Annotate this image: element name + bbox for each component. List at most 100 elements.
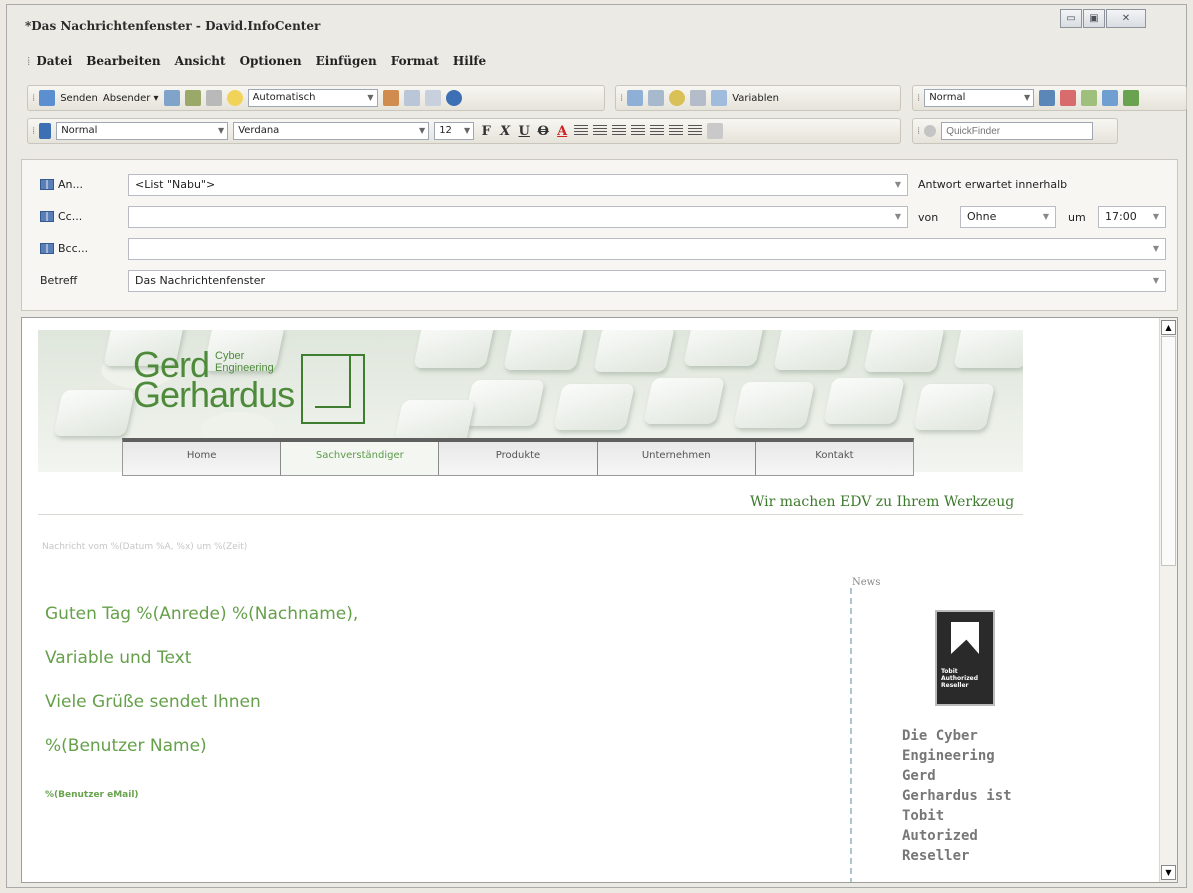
- toolbar-format: ⁞ Normal ▼ Verdana ▼ 12 ▼ F X U Ѳ A: [27, 118, 901, 144]
- toolbar-insert: ⁞ Variablen: [615, 85, 901, 111]
- toolbar-style: ⁞ Normal ▼: [912, 85, 1187, 111]
- address-book-icon: [40, 179, 54, 190]
- menu-bar: ⁞ Datei Bearbeiten Ansicht Optionen Einf…: [27, 51, 486, 71]
- flag-icon[interactable]: [1123, 90, 1140, 106]
- spellcheck-icon[interactable]: [184, 90, 201, 106]
- cc-field[interactable]: ▼: [128, 206, 908, 228]
- align-left-icon[interactable]: [574, 125, 589, 137]
- menu-einfuegen[interactable]: Einfügen: [316, 54, 377, 68]
- edit-icon[interactable]: [382, 90, 399, 106]
- bold-button[interactable]: F: [479, 124, 493, 139]
- quickfinder-input[interactable]: [941, 122, 1094, 140]
- font-value: Verdana: [238, 125, 280, 136]
- attach-icon[interactable]: [163, 90, 180, 106]
- nav-sachverstaendiger[interactable]: Sachverständiger: [281, 442, 440, 475]
- align-center-icon[interactable]: [593, 125, 608, 137]
- subject-field[interactable]: Das Nachrichtenfenster ▼: [128, 270, 1166, 292]
- maximize-button[interactable]: ▣: [1083, 9, 1105, 28]
- forward-icon[interactable]: [1102, 90, 1119, 106]
- insert-file-icon[interactable]: [627, 90, 644, 106]
- address-book-icon[interactable]: [1039, 90, 1056, 106]
- reseller-line: Gerhardus ist: [902, 788, 1012, 804]
- indent-icon[interactable]: [688, 125, 703, 137]
- link-icon[interactable]: [690, 90, 707, 106]
- numbered-list-icon[interactable]: [631, 125, 646, 137]
- nav-unternehmen[interactable]: Unternehmen: [598, 442, 756, 475]
- keyboard-key-decoration: [913, 384, 995, 430]
- to-label-button[interactable]: An...: [40, 178, 83, 191]
- calendar-icon[interactable]: [1060, 90, 1077, 106]
- news-label: News: [852, 577, 881, 588]
- reply-label: Antwort erwartet innerhalb: [918, 178, 1068, 191]
- sidebar-divider: [850, 588, 852, 882]
- reseller-line: Tobit: [902, 808, 945, 824]
- keyboard-key-decoration: [733, 382, 815, 428]
- outdent-icon[interactable]: [669, 125, 684, 137]
- to-value: <List "Nabu">: [135, 178, 216, 191]
- underline-button[interactable]: U: [517, 124, 531, 139]
- menu-bearbeiten[interactable]: Bearbeiten: [86, 54, 160, 68]
- user-email-line: %(Benutzer eMail): [45, 790, 139, 800]
- from-dropdown[interactable]: Ohne ▼: [960, 206, 1056, 228]
- font-color-button[interactable]: A: [555, 124, 569, 139]
- scroll-down-button[interactable]: ▼: [1161, 865, 1176, 880]
- priority-dropdown[interactable]: Automatisch ▼: [247, 89, 378, 107]
- paragraph-style-icon: [39, 123, 52, 139]
- sender-dropdown[interactable]: Absender ▾: [103, 93, 159, 104]
- subject-label: Betreff: [40, 274, 78, 287]
- emoticon-icon[interactable]: [669, 90, 686, 106]
- tobit-reseller-badge: Tobit Authorized Reseller: [935, 610, 995, 706]
- menu-hilfe[interactable]: Hilfe: [453, 54, 486, 68]
- title-bar: *Das Nachrichtenfenster - David.InfoCent…: [7, 5, 1186, 43]
- keyboard-key-decoration: [53, 390, 135, 436]
- keyboard-key-decoration: [413, 330, 495, 368]
- message-date-line: Nachricht vom %(Datum %A, %x) um %(Zeit): [42, 542, 248, 552]
- strikethrough-button[interactable]: Ѳ: [536, 124, 550, 139]
- menu-datei[interactable]: Datei: [36, 54, 72, 68]
- print-icon[interactable]: [205, 90, 222, 106]
- cc-label-button[interactable]: Cc...: [40, 210, 82, 223]
- font-size-dropdown[interactable]: 12 ▼: [434, 122, 475, 140]
- bcc-label-button[interactable]: Bcc...: [40, 242, 88, 255]
- vertical-scrollbar[interactable]: ▲ ▼: [1159, 318, 1177, 882]
- table-icon[interactable]: [648, 90, 665, 106]
- time-dropdown[interactable]: 17:00 ▼: [1098, 206, 1166, 228]
- nav-produkte[interactable]: Produkte: [439, 442, 598, 475]
- redo-icon[interactable]: [424, 90, 441, 106]
- toolbar-grip-icon: ⁞: [917, 92, 920, 104]
- message-body-editor[interactable]: Gerd Cyber Engineering Gerhardus Home Sa…: [21, 317, 1178, 883]
- bcc-field[interactable]: ▼: [128, 238, 1166, 260]
- menu-ansicht[interactable]: Ansicht: [175, 54, 226, 68]
- reseller-text: Die Cyber Engineering Gerd Gerhardus ist…: [902, 726, 1052, 866]
- search-icon[interactable]: [1081, 90, 1098, 106]
- menu-format[interactable]: Format: [391, 54, 439, 68]
- send-icon: [39, 90, 56, 106]
- nav-kontakt[interactable]: Kontakt: [756, 442, 913, 475]
- menu-optionen[interactable]: Optionen: [240, 54, 302, 68]
- menu-grip-icon: ⁞: [27, 53, 31, 68]
- align-right-icon[interactable]: [612, 125, 627, 137]
- divider: [38, 514, 1023, 515]
- send-button[interactable]: Senden: [60, 93, 98, 104]
- scroll-up-button[interactable]: ▲: [1161, 320, 1176, 335]
- paragraph-style-value: Normal: [61, 125, 98, 136]
- to-field[interactable]: <List "Nabu"> ▼: [128, 174, 908, 196]
- scroll-thumb[interactable]: [1161, 336, 1176, 566]
- help-icon[interactable]: [445, 90, 462, 106]
- keyboard-key-decoration: [863, 330, 945, 372]
- style-dropdown[interactable]: Normal ▼: [924, 89, 1035, 107]
- reseller-line: Reseller: [902, 848, 970, 864]
- minimize-button[interactable]: ▭: [1060, 9, 1082, 28]
- close-button[interactable]: ✕: [1106, 9, 1146, 28]
- at-label: um: [1068, 211, 1086, 224]
- undo-icon[interactable]: [403, 90, 420, 106]
- more-format-icon[interactable]: [707, 123, 724, 139]
- nav-home[interactable]: Home: [123, 442, 282, 475]
- paragraph-style-dropdown[interactable]: Normal ▼: [56, 122, 229, 140]
- italic-button[interactable]: X: [498, 124, 512, 139]
- bcc-row: Bcc... ▼: [22, 236, 1177, 262]
- variables-button[interactable]: Variablen: [732, 93, 779, 104]
- bullet-list-icon[interactable]: [650, 125, 665, 137]
- keyboard-key-decoration: [593, 330, 675, 372]
- font-dropdown[interactable]: Verdana ▼: [233, 122, 430, 140]
